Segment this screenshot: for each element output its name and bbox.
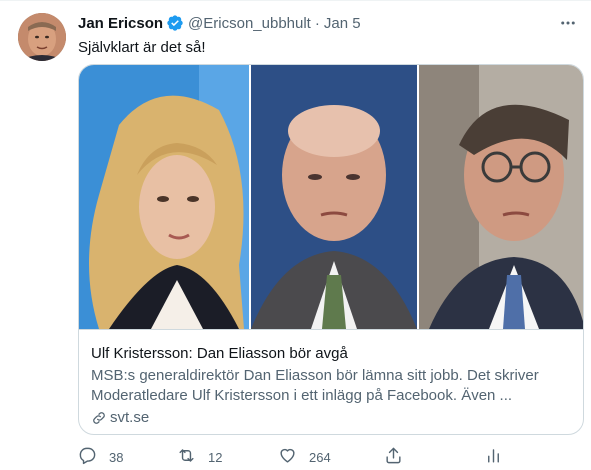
card-title: Ulf Kristersson: Dan Eliasson bör avgå	[91, 345, 348, 362]
link-icon	[91, 410, 107, 426]
reply-icon	[78, 446, 97, 468]
tweet-header: Jan Ericson @Ericson_ubbhult · Jan 5	[78, 13, 579, 33]
share-icon	[384, 446, 403, 468]
separator-dot: ·	[314, 14, 320, 32]
card-description: MSB:s generaldirektör Dan Eliasson bör l…	[91, 367, 539, 404]
analytics-button[interactable]	[484, 446, 503, 468]
card-photo-right	[417, 65, 583, 329]
like-count: 264	[309, 449, 331, 465]
like-icon	[278, 446, 297, 468]
verified-badge-icon	[166, 14, 184, 32]
card-domain-text: svt.se	[110, 409, 150, 426]
card-photo-middle	[249, 65, 417, 329]
card-photo-left	[79, 65, 249, 329]
author-name[interactable]: Jan Ericson	[78, 15, 163, 32]
card-meta[interactable]: Ulf Kristersson: Dan Eliasson bör avgå M…	[79, 329, 583, 434]
avatar[interactable]	[18, 13, 66, 61]
tweet-actions: 38 12 264	[72, 443, 512, 470]
card-image[interactable]	[79, 65, 583, 329]
more-icon[interactable]	[557, 13, 579, 33]
link-card[interactable]: Ulf Kristersson: Dan Eliasson bör avgå M…	[78, 64, 584, 435]
retweet-count: 12	[208, 449, 223, 465]
like-button[interactable]: 264	[278, 446, 331, 468]
reply-button[interactable]: 38	[78, 446, 123, 468]
author-handle[interactable]: @Ericson_ubbhult	[188, 15, 311, 32]
share-button[interactable]	[384, 446, 403, 468]
reply-count: 38	[109, 449, 124, 465]
retweet-button[interactable]: 12	[177, 446, 222, 468]
tweet[interactable]: Jan Ericson @Ericson_ubbhult · Jan 5 Sjä…	[0, 0, 591, 470]
retweet-icon	[177, 446, 196, 468]
card-domain: svt.se	[91, 408, 573, 428]
analytics-icon	[484, 446, 503, 468]
tweet-text: Självklart är det så!	[78, 39, 206, 56]
tweet-date[interactable]: Jan 5	[324, 15, 361, 32]
